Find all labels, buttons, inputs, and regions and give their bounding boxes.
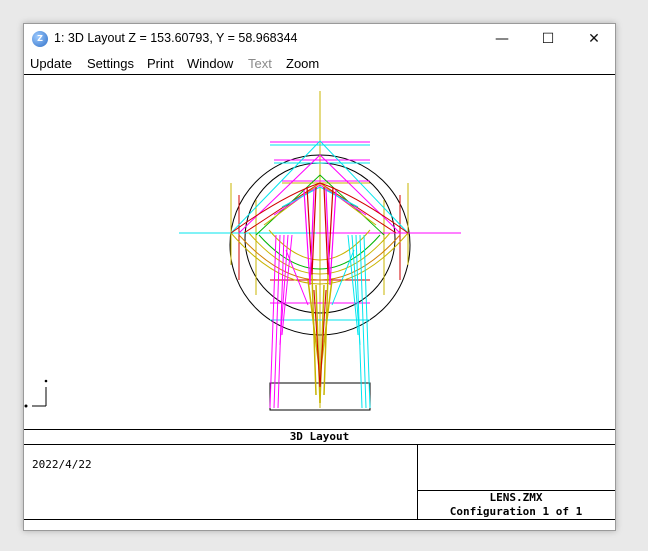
title-bar[interactable]: Z 1: 3D Layout Z = 153.60793, Y = 58.968… bbox=[24, 24, 615, 54]
maximize-button[interactable]: ☐ bbox=[525, 24, 571, 54]
close-button[interactable]: ✕ bbox=[571, 24, 617, 54]
menu-bar: Update Settings Print Window Text Zoom bbox=[24, 54, 615, 74]
file-name: LENS.ZMX bbox=[489, 491, 543, 504]
window-title: 1: 3D Layout Z = 153.60793, Y = 58.96834… bbox=[54, 31, 298, 45]
menu-update[interactable]: Update bbox=[30, 56, 72, 71]
zemax-app-icon: Z bbox=[32, 31, 48, 47]
layout-window: Z 1: 3D Layout Z = 153.60793, Y = 58.968… bbox=[23, 23, 616, 531]
menu-window[interactable]: Window bbox=[187, 56, 233, 71]
menu-print[interactable]: Print bbox=[147, 56, 174, 71]
close-icon: ✕ bbox=[588, 31, 600, 47]
menu-text[interactable]: Text bbox=[248, 56, 272, 71]
plot-name-label: 3D Layout bbox=[289, 430, 350, 443]
minimize-icon: — bbox=[495, 31, 509, 47]
configuration-label: Configuration 1 of 1 bbox=[449, 505, 583, 518]
axis-indicator-icon bbox=[24, 379, 48, 408]
minimize-button[interactable]: — bbox=[479, 24, 525, 54]
lens-layout-drawing bbox=[24, 91, 461, 411]
layout-canvas[interactable] bbox=[24, 74, 615, 429]
maximize-icon: ☐ bbox=[541, 31, 555, 47]
menu-settings[interactable]: Settings bbox=[87, 56, 134, 71]
menu-zoom[interactable]: Zoom bbox=[286, 56, 319, 71]
plot-date: 2022/4/22 bbox=[32, 458, 92, 471]
